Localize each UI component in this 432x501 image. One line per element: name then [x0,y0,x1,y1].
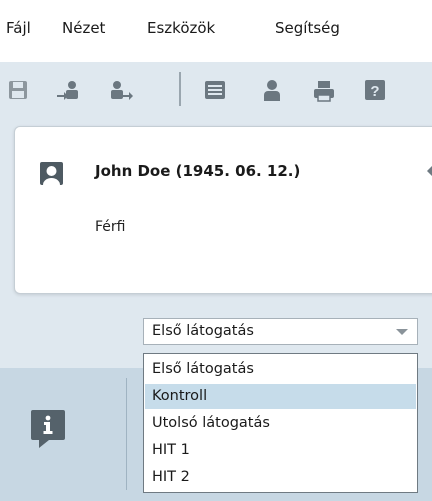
user-icon[interactable] [262,80,282,106]
visit-option-highlighted[interactable]: Kontroll [145,384,416,409]
export-user-icon[interactable] [109,80,135,106]
visit-option[interactable]: HIT 2 [145,465,416,490]
patient-name: John Doe (1945. 06. 12.) [95,162,301,180]
patient-gender: Férfi [95,219,126,235]
menu-help[interactable]: Segítség [275,19,340,37]
visit-select-value: Első látogatás [152,323,254,339]
save-icon[interactable] [8,80,28,104]
menu-view[interactable]: Nézet [62,19,105,37]
visit-option[interactable]: Első látogatás [145,357,416,382]
visit-option[interactable]: Utolsó látogatás [145,411,416,436]
chevron-down-icon[interactable] [396,329,408,335]
svg-text:?: ? [370,83,379,100]
visit-select[interactable]: Első látogatás [143,318,418,345]
menu-bar: Fájl Nézet Eszközök Segítség [0,0,432,62]
panel-divider [126,378,127,490]
menu-tools[interactable]: Eszközök [147,19,215,37]
patient-avatar-icon [40,162,63,185]
collapse-arrow-icon[interactable] [427,165,432,177]
visit-option[interactable]: HIT 1 [145,438,416,463]
form-icon[interactable] [204,80,226,104]
help-icon[interactable]: ? [364,80,386,104]
toolbar-separator [179,72,181,106]
menu-file[interactable]: Fájl [6,19,31,37]
import-user-icon[interactable] [56,80,82,106]
visit-options-list: Első látogatás Kontroll Utolsó látogatás… [143,353,418,493]
patient-card: John Doe (1945. 06. 12.) Férfi [14,126,432,294]
print-icon[interactable] [313,80,335,106]
info-icon [31,410,65,452]
